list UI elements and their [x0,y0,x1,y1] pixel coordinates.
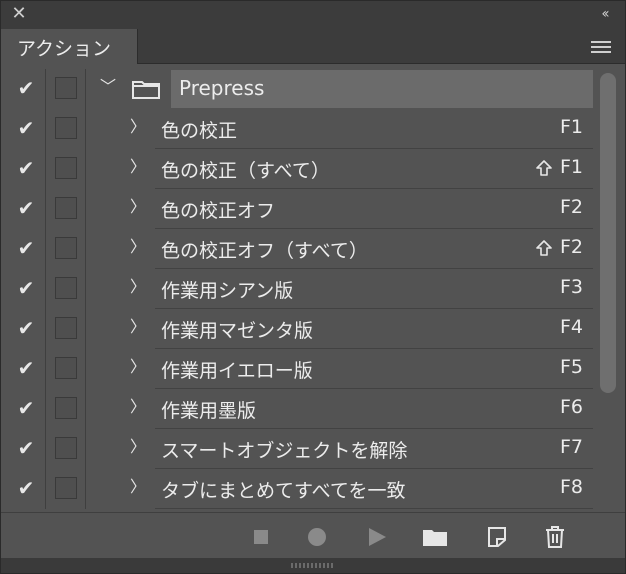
action-row[interactable]: ✔ 〉スマートオブジェクトを解除 F7 [5,429,593,469]
action-name: 作業用シアン版 [161,280,294,302]
toggle-item-check-icon[interactable]: ✔ [15,197,37,219]
toggle-item-check-icon[interactable]: ✔ [15,437,37,459]
toggle-item-check-icon[interactable]: ✔ [15,317,37,339]
action-row[interactable]: ✔ 〉色の校正オフ（すべて） F2 [5,229,593,269]
function-key-label: F4 [559,316,583,338]
action-name-cell[interactable]: タブにまとめてすべてを一致 F8 [155,469,593,509]
scrollbar[interactable] [593,69,623,509]
chevron-right-icon[interactable]: 〉 [130,195,146,219]
action-row[interactable]: ✔ 〉色の校正 F1 [5,109,593,149]
bottom-toolbar [1,512,625,559]
action-name-cell[interactable]: 作業用墨版 F6 [155,389,593,429]
close-icon[interactable]: ✕ [10,5,28,23]
panel-menu-icon[interactable] [591,41,611,53]
grip-dots [291,563,335,568]
action-name: 色の校正オフ（すべて） [161,240,368,262]
action-row[interactable]: ✔ 〉作業用墨版 F6 [5,389,593,429]
new-set-folder-icon[interactable] [421,525,449,549]
action-name-cell[interactable]: 色の校正オフ F2 [155,189,593,229]
chevron-right-icon[interactable]: 〉 [130,475,146,499]
stop-icon[interactable] [249,525,273,549]
action-name: 作業用イエロー版 [161,360,313,382]
function-key-label: F7 [559,436,583,458]
shift-key-icon [535,159,553,177]
chevron-right-icon[interactable]: 〉 [130,155,146,179]
toggle-dialog-box[interactable] [55,357,77,379]
action-name-cell[interactable]: スマートオブジェクトを解除 F7 [155,429,593,469]
chevron-right-icon[interactable]: 〉 [130,355,146,379]
action-name: 作業用墨版 [161,400,257,422]
trash-icon[interactable] [543,525,567,549]
action-set-row[interactable]: ✔ ﹀ Prepress [5,69,593,109]
toggle-dialog-box[interactable] [55,197,77,219]
collapse-panel-icon[interactable]: ‹‹ [595,6,613,22]
toggle-dialog-box[interactable] [55,437,77,459]
toggle-item-check-icon[interactable]: ✔ [15,157,37,179]
action-row[interactable]: ✔ 〉色の校正オフ F2 [5,189,593,229]
toggle-dialog-box[interactable] [55,157,77,179]
action-row[interactable]: ✔ 〉色の校正（すべて） F1 [5,149,593,189]
action-row[interactable]: ✔ 〉タブにまとめてすべてを一致 F8 [5,469,593,509]
toggle-item-check-icon[interactable]: ✔ [15,77,37,99]
action-set-name: Prepress [179,76,265,100]
toggle-item-check-icon[interactable]: ✔ [15,117,37,139]
toggle-item-check-icon[interactable]: ✔ [15,237,37,259]
action-name: 色の校正 [161,120,238,142]
toggle-dialog-box[interactable] [55,277,77,299]
chevron-right-icon[interactable]: 〉 [130,235,146,259]
chevron-right-icon[interactable]: 〉 [130,435,146,459]
action-set-name-cell[interactable]: Prepress [171,70,593,108]
action-name: 色の校正（すべて） [161,160,330,182]
action-name-cell[interactable]: 色の校正オフ（すべて） F2 [155,229,593,269]
toggle-dialog-box[interactable] [55,117,77,139]
action-name: スマートオブジェクトを解除 [161,440,408,462]
tab-label: アクション [17,38,112,60]
toggle-item-check-icon[interactable]: ✔ [15,397,37,419]
function-key-label: F8 [559,476,583,498]
action-name-cell[interactable]: 作業用マゼンタ版 F4 [155,309,593,349]
function-key-label: F6 [559,396,583,418]
action-name: タブにまとめてすべてを一致 [161,480,406,502]
action-name-cell[interactable]: 作業用シアン版 F3 [155,269,593,309]
toggle-dialog-box[interactable] [55,237,77,259]
action-name-cell[interactable]: 色の校正（すべて） F1 [155,149,593,189]
action-row[interactable]: ✔ 〉作業用マゼンタ版 F4 [5,309,593,349]
folder-icon [132,79,160,99]
function-key-label: F5 [559,356,583,378]
resize-grip[interactable] [1,558,625,573]
action-row[interactable]: ✔ 〉作業用シアン版 F3 [5,269,593,309]
new-action-icon[interactable] [485,525,509,549]
function-key-label: F2 [559,236,583,258]
action-name-cell[interactable]: 作業用イエロー版 F5 [155,349,593,389]
shift-key-icon [535,239,553,257]
toggle-dialog-box[interactable] [55,477,77,499]
action-name: 色の校正オフ [161,200,276,222]
chevron-right-icon[interactable]: 〉 [130,275,146,299]
action-name: 作業用マゼンタ版 [161,320,314,342]
tab-actions[interactable]: アクション [1,29,138,64]
toggle-item-check-icon[interactable]: ✔ [15,477,37,499]
chevron-right-icon[interactable]: 〉 [130,395,146,419]
chevron-right-icon[interactable]: 〉 [130,115,146,139]
actions-panel: ✕ ‹‹ アクション ✔ ﹀ Prepress ✔ 〉 色の校正 F1 ✔ 〉 … [0,0,626,574]
toggle-dialog-box[interactable] [55,397,77,419]
function-key-label: F3 [559,276,583,298]
toggle-dialog-box[interactable] [55,77,77,99]
function-key-label: F1 [559,156,583,178]
toggle-item-check-icon[interactable]: ✔ [15,357,37,379]
function-key-label: F1 [559,116,583,138]
panel-titlebar: ✕ ‹‹ [1,1,625,29]
play-icon[interactable] [365,525,389,549]
function-key-label: F2 [559,196,583,218]
action-name-cell[interactable]: 色の校正 F1 [155,109,593,149]
chevron-right-icon[interactable]: 〉 [130,315,146,339]
tab-strip: アクション [1,29,625,64]
toggle-item-check-icon[interactable]: ✔ [15,277,37,299]
chevron-down-icon[interactable]: ﹀ [99,75,117,99]
record-icon[interactable] [305,525,329,549]
toggle-dialog-box[interactable] [55,317,77,339]
action-row[interactable]: ✔ 〉作業用イエロー版 F5 [5,349,593,389]
actions-list: ✔ ﹀ Prepress ✔ 〉色の校正 F1 ✔ 〉色の校正（すべて） F1 ✔ 〉色の校正… [5,69,593,509]
scrollbar-thumb[interactable] [600,73,616,393]
